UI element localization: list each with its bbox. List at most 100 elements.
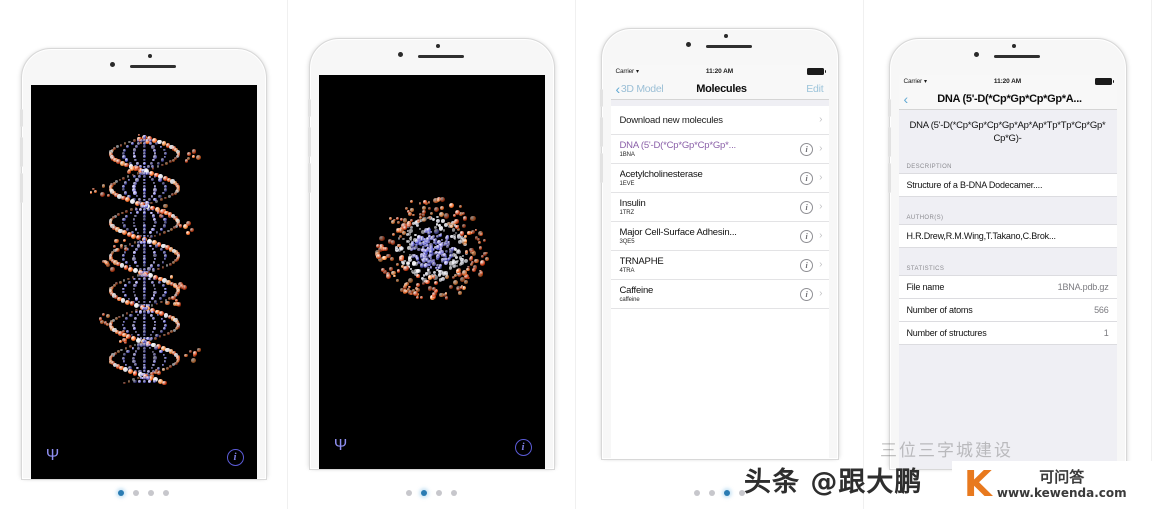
page-dot-2[interactable]: [709, 490, 715, 496]
atom-sphere: [127, 280, 131, 284]
molecule-row[interactable]: TRNAPHE 4TRA i ›: [610, 251, 829, 280]
atom-sphere: [137, 231, 140, 234]
gallery-panel-1[interactable]: Ψ i: [0, 0, 288, 509]
atom-sphere: [153, 320, 156, 323]
phone-screen: Carrier ▾ 11:20 AM ‹ 3D Model Molecules …: [610, 65, 829, 459]
atom-sphere: [448, 257, 451, 260]
detail-cell[interactable]: Structure of a B-DNA Dodecamer....: [898, 173, 1117, 197]
dna-helix-render[interactable]: [31, 85, 257, 479]
page-dots[interactable]: [0, 490, 287, 496]
atom-sphere: [127, 277, 130, 281]
atom-sphere: [123, 353, 127, 357]
molecule-style-icon[interactable]: Ψ: [44, 447, 62, 465]
info-icon[interactable]: i: [800, 171, 814, 185]
atom-sphere: [396, 262, 400, 266]
atom-sphere: [143, 155, 146, 159]
atom-sphere: [158, 233, 162, 236]
gallery-panel-4[interactable]: Carrier ▾ 11:20 AM ‹ DNA (5'-D(*Cp*Gp*Cp…: [864, 0, 1152, 509]
atom-sphere: [146, 310, 150, 314]
edit-button[interactable]: Edit: [806, 83, 824, 95]
volume-up-button: [307, 127, 311, 157]
atom-sphere: [168, 160, 172, 164]
page-dot-4[interactable]: [163, 490, 169, 496]
atom-sphere: [149, 231, 153, 235]
page-dot-1[interactable]: [406, 490, 412, 496]
info-icon[interactable]: i: [226, 449, 244, 466]
atom-sphere: [122, 360, 125, 363]
atom-sphere: [157, 211, 160, 215]
gallery-panel-2[interactable]: Ψ i: [288, 0, 576, 509]
atom-sphere: [134, 158, 137, 162]
atom-sphere: [126, 247, 130, 251]
atom-sphere: [124, 284, 127, 287]
detail-cell[interactable]: Number of structures 1: [898, 322, 1117, 345]
proximity-sensor-icon: [1011, 44, 1016, 48]
page-dot-1[interactable]: [694, 490, 700, 496]
atom-sphere: [485, 256, 490, 261]
atom-sphere: [152, 191, 156, 195]
page-dot-4[interactable]: [451, 490, 457, 496]
atom-sphere: [403, 265, 409, 272]
molecule-row[interactable]: Caffeine caffeine i ›: [610, 280, 829, 309]
atom-sphere: [432, 275, 436, 279]
page-dots[interactable]: [288, 490, 575, 496]
atom-sphere: [123, 381, 126, 385]
page-dot-2[interactable]: [133, 490, 139, 496]
atom-sphere: [153, 221, 157, 225]
atom-sphere: [456, 269, 461, 274]
molecules-list[interactable]: Download new molecules › DNA (5'-D(*Cp*G…: [610, 100, 829, 459]
molecule-rows[interactable]: DNA (5'-D(*Cp*Gp*Cp*Gp*... 1BNA i › Acetylch…: [610, 135, 829, 309]
atom-sphere: [153, 287, 157, 290]
atom-sphere: [124, 260, 128, 265]
atom-sphere: [452, 253, 457, 258]
molecule-style-icon[interactable]: Ψ: [332, 437, 350, 455]
atom-sphere: [192, 155, 196, 158]
atom-sphere: [444, 260, 449, 266]
back-button[interactable]: ‹ 3D Model: [616, 82, 664, 96]
atom-sphere: [126, 175, 130, 178]
detail-cell[interactable]: H.R.Drew,R.M.Wing,T.Takano,C.Brok...: [898, 224, 1117, 248]
atom-sphere: [440, 260, 444, 263]
atom-sphere: [154, 346, 159, 351]
atom-sphere: [172, 260, 176, 264]
molecule-row[interactable]: Major Cell-Surface Adhesin... 3QE5 i ›: [610, 222, 829, 251]
molecule-row[interactable]: Insulin 1TRZ i ›: [610, 193, 829, 222]
info-icon[interactable]: i: [800, 287, 814, 301]
detail-cell[interactable]: File name 1BNA.pdb.gz: [898, 275, 1117, 299]
detail-cell[interactable]: Number of atoms 566: [898, 299, 1117, 322]
page-dot-3[interactable]: [724, 490, 730, 496]
atom-sphere: [474, 228, 478, 232]
atom-sphere: [152, 363, 155, 367]
page-dot-3[interactable]: [148, 490, 154, 496]
back-button[interactable]: ‹: [904, 92, 909, 106]
atom-sphere: [122, 320, 126, 324]
info-icon[interactable]: i: [800, 229, 814, 243]
atom-sphere: [165, 162, 169, 165]
info-icon[interactable]: i: [800, 200, 814, 214]
dna-endon-render[interactable]: [319, 75, 545, 469]
download-new-molecules-row[interactable]: Download new molecules ›: [610, 106, 829, 135]
atom-sphere: [443, 271, 448, 275]
page-dot-1[interactable]: [118, 490, 124, 496]
page-dot-3[interactable]: [436, 490, 442, 496]
molecule-3d-view[interactable]: Ψ i: [318, 75, 545, 469]
info-icon[interactable]: i: [514, 439, 532, 456]
page-dot-2[interactable]: [421, 490, 427, 496]
molecule-3d-view[interactable]: Ψ i: [30, 85, 257, 479]
page-title: DNA (5'-D(*Cp*Gp*Cp*Gp*A...: [937, 92, 1082, 105]
atom-sphere: [133, 363, 137, 367]
info-icon[interactable]: i: [800, 258, 814, 272]
molecule-row[interactable]: DNA (5'-D(*Cp*Gp*Cp*Gp*... 1BNA i ›: [610, 135, 829, 164]
molecule-detail[interactable]: DNA (5'-D(*Cp*Gp*Cp*Gp*Ap*Ap*Tp*Tp*Cp*Gp…: [898, 110, 1117, 469]
atom-sphere: [153, 234, 157, 238]
molecule-row[interactable]: Acetylcholinesterase 1EVE i ›: [610, 164, 829, 193]
atom-sphere: [143, 300, 146, 304]
atom-sphere: [457, 250, 462, 255]
atom-sphere: [174, 156, 178, 161]
gallery-panel-3[interactable]: Carrier ▾ 11:20 AM ‹ 3D Model Molecules …: [576, 0, 864, 509]
atom-sphere: [139, 141, 143, 145]
atom-sphere: [176, 302, 182, 307]
info-icon[interactable]: i: [800, 142, 814, 156]
atom-sphere: [153, 294, 156, 297]
atom-sphere: [410, 199, 414, 203]
